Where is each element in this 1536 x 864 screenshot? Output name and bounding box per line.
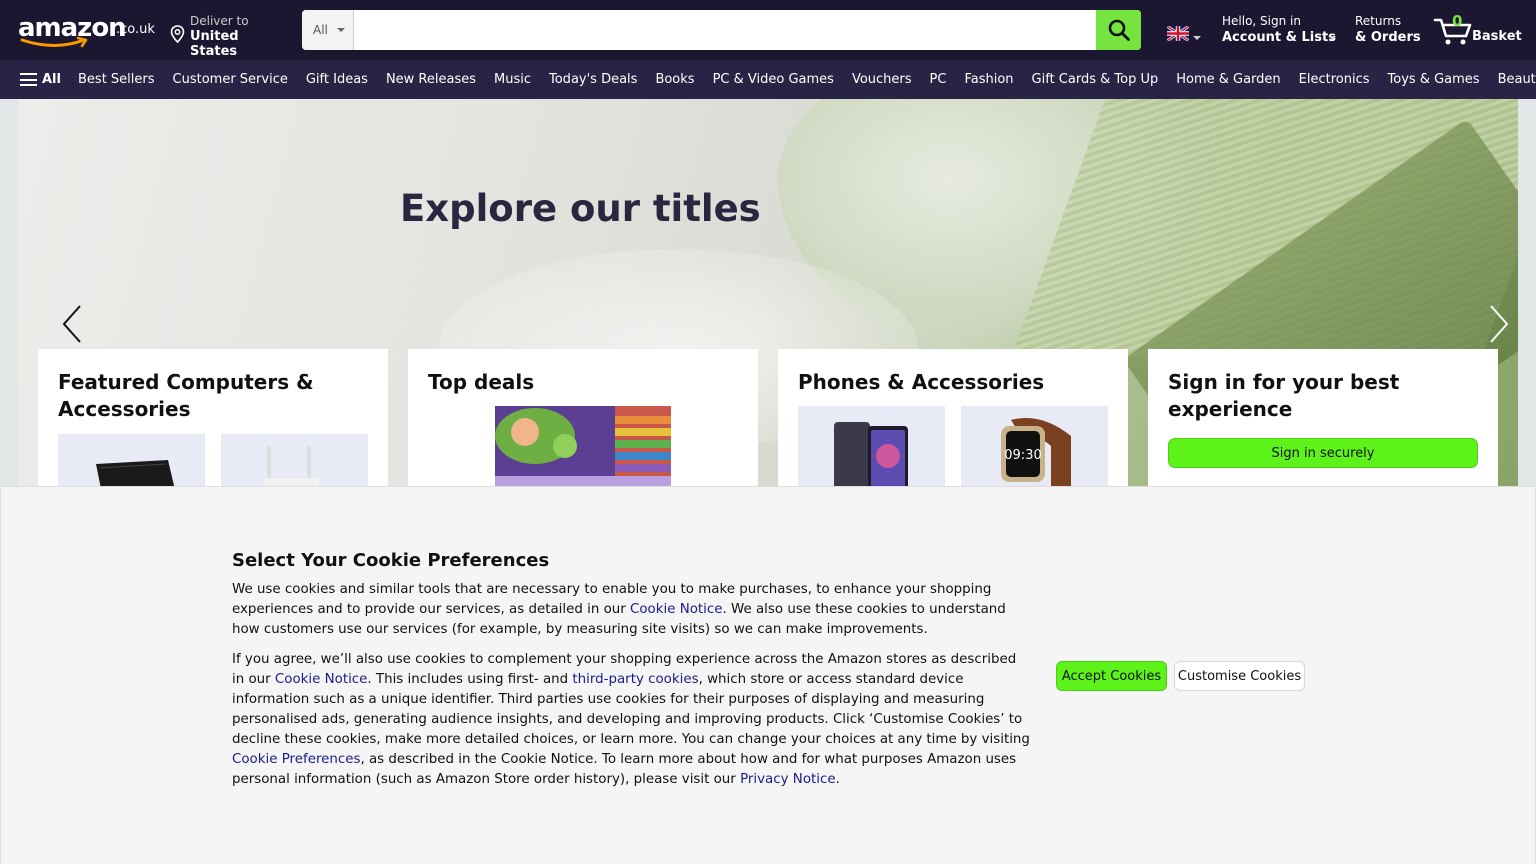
card-title: Sign in for your best experience	[1168, 370, 1400, 421]
nav-link-pc[interactable]: PC	[930, 72, 947, 87]
caret-down-icon	[337, 28, 345, 32]
nav-link-best-sellers[interactable]: Best Sellers	[78, 72, 155, 87]
cookie-notice-link[interactable]: Cookie Notice	[275, 672, 368, 687]
logo-tld: .co.uk	[116, 22, 155, 37]
card-title: Featured Computers & Accessories	[58, 370, 314, 421]
basket-button[interactable]: 0 Basket	[1433, 12, 1523, 50]
orders-label: & Orders	[1355, 30, 1421, 45]
product-thumb-keyboard[interactable]	[58, 434, 205, 489]
cookie-notice-link[interactable]: Cookie Notice	[630, 602, 723, 617]
account-and-lists[interactable]: Hello, Sign in Account & Lists	[1222, 14, 1342, 48]
card-title: Phones & Accessories	[798, 370, 1045, 394]
search-bar: All	[302, 10, 1141, 50]
accept-cookies-button[interactable]: Accept Cookies	[1056, 661, 1167, 691]
basket-count: 0	[1452, 12, 1463, 30]
phone-image	[834, 422, 908, 489]
cookie-paragraph-1: We use cookies and similar tools that ar…	[232, 580, 1032, 640]
smartwatch-image: 09:30	[1001, 418, 1071, 489]
product-thumb-phone[interactable]	[798, 406, 945, 489]
account-greeting: Hello, Sign in	[1222, 14, 1301, 28]
amazon-logo[interactable]: amazon .co.uk	[16, 12, 156, 50]
card-sign-in: Sign in for your best experience Sign in…	[1148, 349, 1498, 489]
search-category-select[interactable]: All	[302, 10, 354, 50]
nav-link-gift-cards[interactable]: Gift Cards & Top Up	[1032, 72, 1159, 87]
cookie-text: .	[835, 772, 840, 787]
nav-links: Best Sellers Customer Service Gift Ideas…	[78, 60, 1536, 99]
all-menu-label: All	[42, 72, 61, 87]
card-phones-accessories: Phones & Accessories 09:30	[778, 349, 1128, 489]
chevron-right-icon	[1490, 305, 1509, 343]
search-input[interactable]	[354, 10, 1096, 50]
language-selector[interactable]	[1166, 24, 1203, 43]
returns-and-orders[interactable]: Returns & Orders	[1355, 14, 1425, 48]
svg-text:09:30: 09:30	[1004, 448, 1041, 463]
nav-link-fashion[interactable]: Fashion	[964, 72, 1013, 87]
nav-link-electronics[interactable]: Electronics	[1299, 72, 1370, 87]
baking-book-image	[495, 406, 671, 489]
cookie-title: Select Your Cookie Preferences	[232, 550, 550, 571]
nav-link-toys-games[interactable]: Toys & Games	[1388, 72, 1480, 87]
top-header: amazon .co.uk Deliver to United States A…	[0, 0, 1536, 60]
returns-label: Returns	[1355, 14, 1402, 28]
carousel-next-button[interactable]	[1483, 304, 1513, 344]
router-image	[263, 446, 319, 489]
privacy-notice-link[interactable]: Privacy Notice	[740, 772, 836, 787]
nav-bar: All Best Sellers Customer Service Gift I…	[0, 60, 1536, 99]
nav-link-music[interactable]: Music	[494, 72, 531, 87]
nav-link-gift-ideas[interactable]: Gift Ideas	[306, 72, 368, 87]
all-menu-button[interactable]: All	[20, 60, 61, 99]
hamburger-icon	[20, 73, 37, 86]
nav-link-customer-service[interactable]: Customer Service	[173, 72, 288, 87]
nav-link-vouchers[interactable]: Vouchers	[852, 72, 912, 87]
uk-flag-icon	[1166, 24, 1190, 43]
nav-link-beauty[interactable]: Beauty	[1498, 72, 1536, 87]
location-pin-icon	[170, 25, 185, 43]
card-title: Top deals	[428, 370, 535, 394]
nav-link-books[interactable]: Books	[655, 72, 694, 87]
product-thumb-baking-book[interactable]	[495, 406, 671, 489]
cookie-text: . This includes using first- and	[367, 672, 573, 687]
card-top-deals: Top deals	[408, 349, 758, 489]
nav-link-home-garden[interactable]: Home & Garden	[1176, 72, 1280, 87]
deliver-to-location[interactable]: Deliver to United States	[170, 14, 285, 59]
keyboard-image	[96, 460, 175, 489]
search-icon	[1108, 19, 1130, 41]
card-featured-computers: Featured Computers & Accessories	[38, 349, 388, 489]
carousel-prev-button[interactable]	[58, 304, 88, 344]
account-label: Account & Lists	[1222, 30, 1336, 45]
product-thumb-smartwatch[interactable]: 09:30	[961, 406, 1108, 489]
product-thumb-router[interactable]	[221, 434, 368, 489]
caret-down-icon	[1193, 36, 1201, 40]
caret-down-icon	[1328, 36, 1336, 40]
hero-title: Explore our titles	[400, 187, 761, 230]
chevron-left-icon	[62, 305, 81, 343]
third-party-cookies-link[interactable]: third-party cookies	[572, 672, 698, 687]
deliver-country: United States	[190, 29, 239, 59]
sign-in-securely-button[interactable]: Sign in securely	[1168, 438, 1478, 468]
cookie-paragraph-2: If you agree, we’ll also use cookies to …	[232, 650, 1032, 790]
customise-cookies-button[interactable]: Customise Cookies	[1174, 661, 1305, 691]
basket-label: Basket	[1472, 29, 1522, 44]
cookie-consent-panel: Select Your Cookie Preferences We use co…	[0, 486, 1536, 864]
search-category-label: All	[313, 23, 328, 37]
search-button[interactable]	[1096, 10, 1141, 50]
nav-link-pc-video-games[interactable]: PC & Video Games	[713, 72, 834, 87]
nav-link-new-releases[interactable]: New Releases	[386, 72, 476, 87]
nav-link-todays-deals[interactable]: Today's Deals	[549, 72, 637, 87]
cookie-preferences-link[interactable]: Cookie Preferences	[232, 752, 360, 767]
deliver-label: Deliver to	[190, 14, 249, 28]
amazon-smile-icon	[20, 37, 88, 48]
